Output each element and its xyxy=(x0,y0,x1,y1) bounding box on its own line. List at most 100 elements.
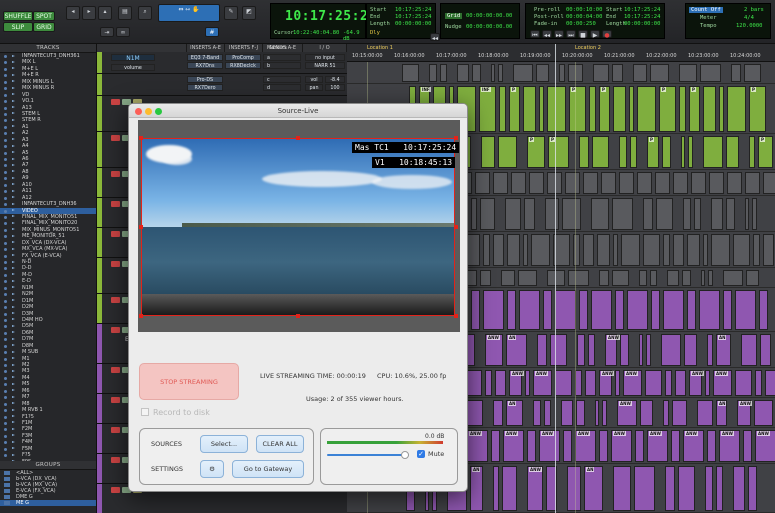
audio-clip[interactable] xyxy=(733,466,745,511)
audio-clip[interactable]: INF xyxy=(479,86,496,132)
show-hide-dot-icon[interactable] xyxy=(4,196,7,200)
zoom-out-icon[interactable]: ◂ xyxy=(66,6,80,20)
show-hide-dot-icon[interactable] xyxy=(4,421,7,425)
audio-clip[interactable] xyxy=(493,172,508,194)
clear-all-button[interactable]: CLEAR ALL xyxy=(256,435,304,453)
audio-clip[interactable] xyxy=(563,430,572,462)
transport-record-icon[interactable]: ● xyxy=(602,30,612,39)
fadein-label[interactable]: Fade-in xyxy=(534,21,557,27)
insert-slot-a[interactable]: EQ3 7-Band xyxy=(187,54,223,61)
show-hide-dot-icon[interactable] xyxy=(4,80,7,84)
show-hide-dot-icon[interactable] xyxy=(4,409,7,413)
audio-clip[interactable] xyxy=(613,466,631,511)
audio-clip[interactable] xyxy=(760,334,771,366)
audio-clip[interactable] xyxy=(634,466,655,511)
audio-clip[interactable]: P xyxy=(509,86,520,132)
show-hide-dot-icon[interactable] xyxy=(4,306,7,310)
transport-end-icon[interactable]: ⏭ xyxy=(566,30,576,39)
show-hide-dot-icon[interactable] xyxy=(4,138,7,142)
audio-clip[interactable] xyxy=(672,400,687,426)
audio-clip[interactable]: AN xyxy=(470,466,483,511)
record-to-disk-checkbox[interactable]: Record to disk xyxy=(141,408,210,417)
audio-clip[interactable] xyxy=(502,466,517,511)
audio-clip[interactable]: ANW xyxy=(539,430,560,462)
audio-clip[interactable] xyxy=(694,198,701,230)
nudge-value[interactable]: 00:00:00:00.00 xyxy=(466,24,512,30)
audio-clip[interactable] xyxy=(630,136,637,168)
audio-clip[interactable] xyxy=(683,198,691,230)
audio-clip[interactable] xyxy=(640,400,653,426)
audio-clip[interactable] xyxy=(620,334,629,366)
record-enable-button[interactable] xyxy=(111,297,120,303)
show-hide-dot-icon[interactable] xyxy=(4,74,7,78)
transport-play-icon[interactable]: ▶ xyxy=(590,30,600,39)
audio-clip[interactable] xyxy=(457,64,469,82)
go-to-gateway-button[interactable]: Go to Gateway xyxy=(232,460,304,478)
audio-clip[interactable] xyxy=(531,234,550,266)
show-hide-dot-icon[interactable] xyxy=(4,383,7,387)
show-hide-dot-icon[interactable] xyxy=(4,215,7,219)
record-enable-button[interactable] xyxy=(111,397,120,403)
show-hide-dot-icon[interactable] xyxy=(4,241,7,245)
audio-clip[interactable] xyxy=(663,400,669,426)
audio-clip[interactable] xyxy=(524,198,535,230)
audio-clip[interactable] xyxy=(733,234,750,266)
audio-clip[interactable] xyxy=(579,290,588,330)
audio-clip[interactable] xyxy=(518,270,537,286)
track-lane[interactable] xyxy=(347,62,775,84)
crop-handle[interactable] xyxy=(139,314,143,318)
audio-clip[interactable] xyxy=(723,290,732,330)
audio-clip[interactable] xyxy=(744,64,761,82)
audio-clip[interactable] xyxy=(688,136,693,168)
audio-clip[interactable] xyxy=(703,86,716,132)
audio-clip[interactable]: P xyxy=(647,136,659,168)
audio-clip[interactable] xyxy=(645,370,662,396)
insert-slot-g[interactable]: RX8Declck xyxy=(225,62,261,69)
audio-clip[interactable] xyxy=(679,64,697,82)
show-hide-dot-icon[interactable] xyxy=(4,235,7,239)
show-hide-dot-icon[interactable] xyxy=(4,396,7,400)
crop-handle[interactable] xyxy=(454,136,458,140)
show-hide-dot-icon[interactable] xyxy=(4,203,7,207)
audio-clip[interactable] xyxy=(735,370,752,396)
audio-clip[interactable] xyxy=(707,430,716,462)
audio-clip[interactable] xyxy=(679,86,686,132)
insert-slot-c[interactable]: Pro-DS xyxy=(187,76,223,83)
audio-clip[interactable] xyxy=(545,198,559,230)
audio-clip[interactable] xyxy=(759,290,768,330)
audio-clip[interactable] xyxy=(511,172,526,194)
tempo-value[interactable]: 120.0000 xyxy=(736,23,763,29)
audio-clip[interactable] xyxy=(529,172,544,194)
audio-clip[interactable] xyxy=(727,86,746,132)
audio-clip[interactable] xyxy=(745,172,760,194)
show-hide-dot-icon[interactable] xyxy=(4,222,7,226)
show-hide-dot-icon[interactable] xyxy=(4,228,7,232)
audio-clip[interactable] xyxy=(663,234,670,266)
audio-clip[interactable]: AN xyxy=(584,466,603,511)
show-hide-dot-icon[interactable] xyxy=(4,286,7,290)
audio-clip[interactable] xyxy=(735,290,756,330)
audio-clip[interactable] xyxy=(402,64,419,82)
show-hide-dot-icon[interactable] xyxy=(4,441,7,445)
transport-rewind2-icon[interactable]: ◂◂ xyxy=(542,30,552,39)
show-hide-dot-icon[interactable] xyxy=(4,112,7,116)
audio-clip[interactable] xyxy=(711,234,730,266)
track-row-2[interactable]: Pro-DS RX7Dero c d vol -8.4 pan 100 xyxy=(97,74,347,96)
grid-toggle-icon[interactable]: # xyxy=(205,27,219,37)
audio-clip[interactable] xyxy=(495,370,506,396)
audio-clip[interactable] xyxy=(599,430,608,462)
audio-clip[interactable] xyxy=(588,334,595,366)
audio-clip[interactable]: P xyxy=(689,86,700,132)
audio-clip[interactable] xyxy=(723,270,743,286)
audio-clip[interactable] xyxy=(493,400,503,426)
volume-slider-track[interactable] xyxy=(327,454,409,456)
audio-clip[interactable] xyxy=(567,466,581,511)
audio-clip[interactable] xyxy=(665,370,672,396)
slip-mode-button[interactable]: SLIP xyxy=(3,22,33,32)
audio-clip[interactable] xyxy=(754,400,773,426)
grid-value[interactable]: 00:00:00:00.00 xyxy=(466,13,512,19)
audio-clip[interactable]: P xyxy=(659,86,676,132)
show-hide-dot-icon[interactable] xyxy=(4,280,7,284)
audio-clip[interactable] xyxy=(746,270,759,286)
crop-handle[interactable] xyxy=(454,225,458,229)
